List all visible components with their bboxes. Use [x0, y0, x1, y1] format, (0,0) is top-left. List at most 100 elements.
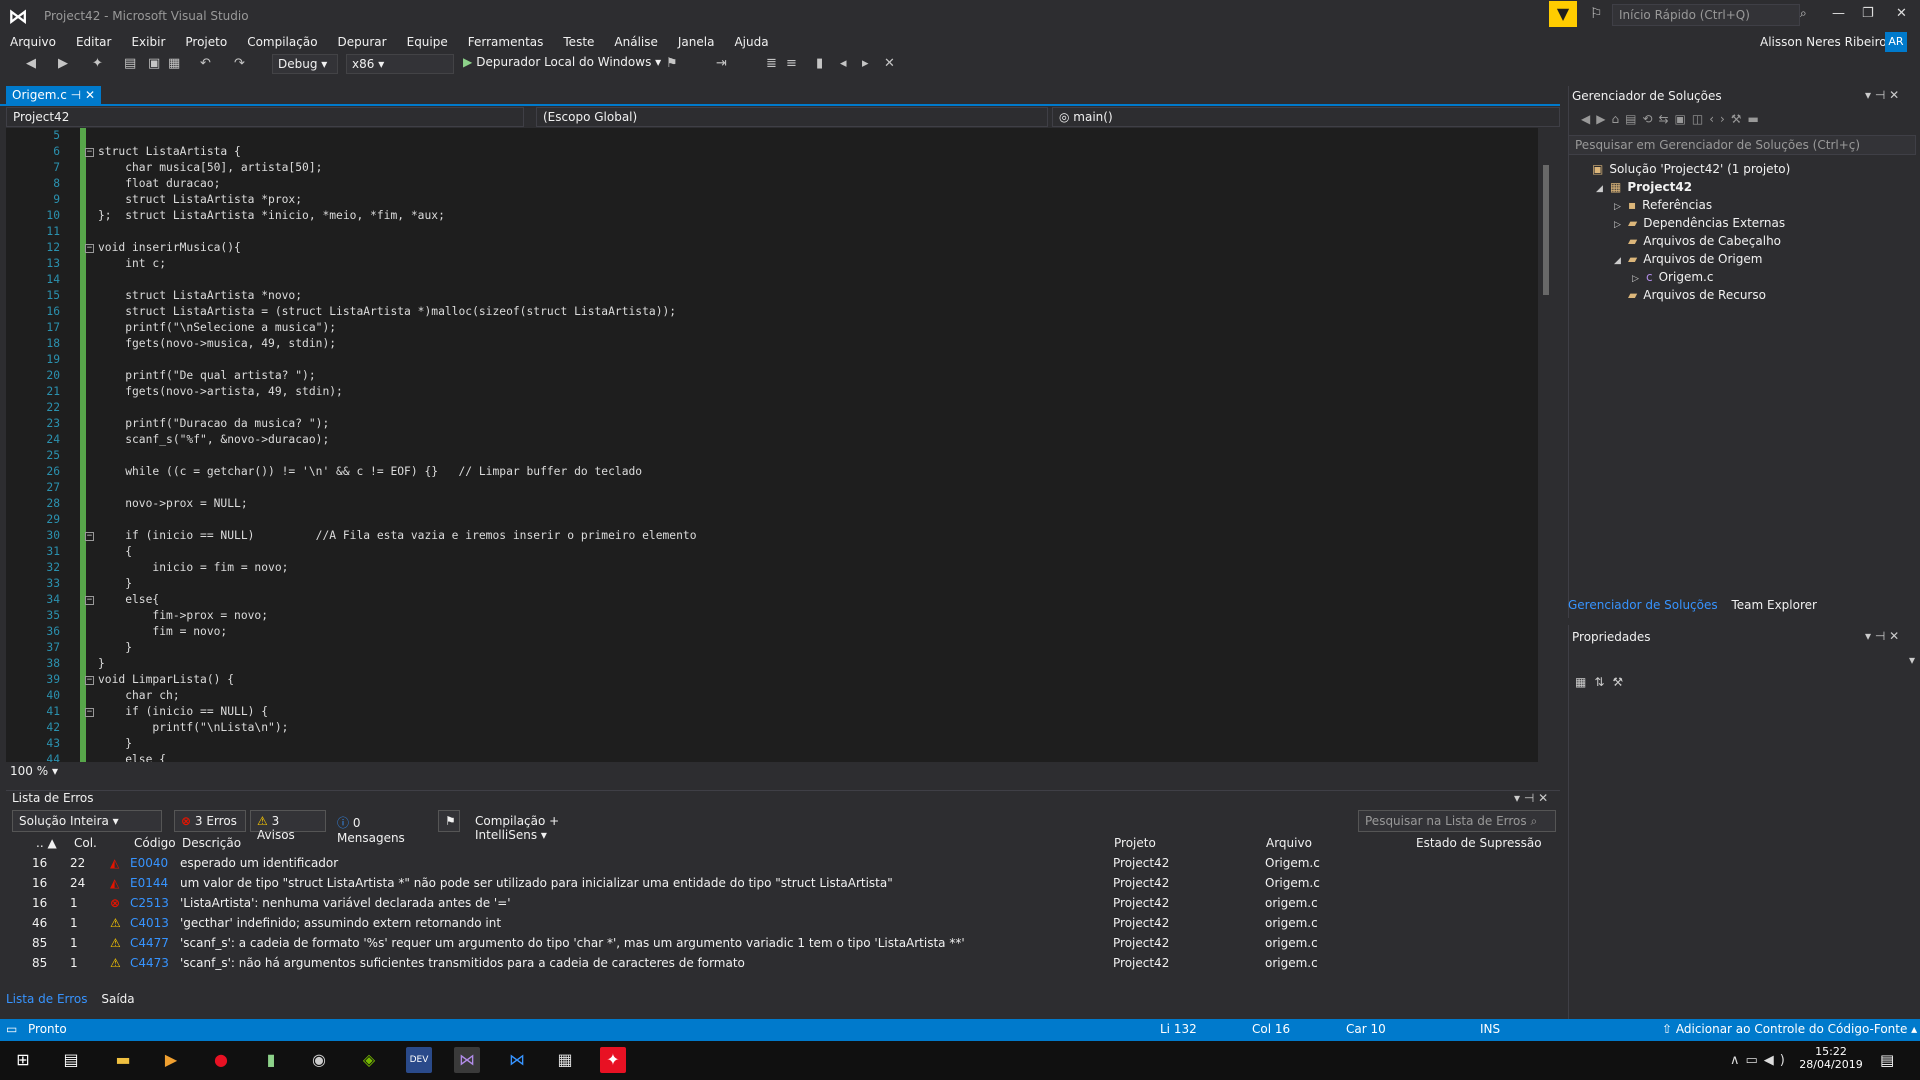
tab-team-explorer[interactable]: Team Explorer: [1731, 598, 1817, 612]
expand-icon[interactable]: ▷: [1614, 220, 1628, 230]
table-row[interactable]: 16 1 ⊗ C2513 'ListaArtista': nenhuma variáve…: [6, 894, 1560, 914]
steam-icon[interactable]: ◉: [306, 1047, 332, 1073]
menu-depurar[interactable]: Depurar: [328, 32, 397, 52]
file-explorer-icon[interactable]: ▬: [110, 1047, 136, 1073]
menu-compilacao[interactable]: Compilação: [237, 32, 327, 52]
menu-arquivo[interactable]: Arquivo: [0, 32, 66, 52]
table-row[interactable]: 46 1 ⚠ C4013 'gecthar' indefinido; assumindo…: [6, 914, 1560, 934]
new-project-icon[interactable]: ✦: [92, 56, 103, 71]
vscode-icon[interactable]: ⋈: [504, 1047, 530, 1073]
code-line[interactable]: scanf_s("%f", &novo->duracao);: [98, 433, 329, 446]
error-code-link[interactable]: C4013: [130, 916, 169, 930]
prev-bookmark-icon[interactable]: ◂: [840, 56, 847, 71]
code-line[interactable]: printf("\nLista\n");: [98, 721, 288, 734]
code-editor[interactable]: 5 6 7 8 9 10 11 12 13 14 15 16 17 18 19 20 21 22 23 24 25 26 2…: [6, 128, 1544, 762]
code-line[interactable]: char musica[50], artista[50];: [98, 161, 322, 174]
error-code-link[interactable]: E0144: [130, 876, 168, 890]
col-header-project[interactable]: Projeto: [1114, 836, 1156, 850]
code-line[interactable]: else {: [98, 753, 166, 762]
source-control-button[interactable]: ⇧ Adicionar ao Controle do Código-Fonte …: [1662, 1022, 1917, 1036]
feedback-icon[interactable]: ⚐: [1590, 6, 1603, 22]
code-line[interactable]: }: [98, 737, 132, 750]
tree-item[interactable]: ▷ c Origem.c: [1632, 270, 1713, 284]
nav-scope-select[interactable]: (Escopo Global): [536, 107, 1048, 127]
code-line[interactable]: }: [98, 577, 132, 590]
search-icon[interactable]: ⌕: [1800, 6, 1807, 21]
error-code-link[interactable]: C4473: [130, 956, 169, 970]
pin-icon[interactable]: ⊣: [71, 88, 81, 102]
code-line[interactable]: {: [98, 545, 132, 558]
tree-item[interactable]: ▰ Arquivos de Cabeçalho: [1614, 234, 1781, 248]
table-row[interactable]: 85 1 ⚠ C4477 'scanf_s': a cadeia de formato …: [6, 934, 1560, 954]
code-line[interactable]: fim = novo;: [98, 625, 227, 638]
collapse-icon[interactable]: −: [85, 596, 94, 605]
restore-button[interactable]: ❐: [1862, 6, 1874, 21]
tree-item[interactable]: ▰ Arquivos de Recurso: [1614, 288, 1766, 302]
error-code-link[interactable]: C4477: [130, 936, 169, 950]
panel-menu-icon[interactable]: ▾ ⊣ ✕: [1865, 88, 1899, 102]
chevron-down-icon[interactable]: ▾: [1909, 653, 1915, 667]
code-line[interactable]: struct ListaArtista *novo;: [98, 289, 302, 302]
code-line[interactable]: printf("Duracao da musica? ");: [98, 417, 329, 430]
code-line[interactable]: struct ListaArtista = (struct ListaArtis…: [98, 305, 676, 318]
code-line[interactable]: struct ListaArtista *prox;: [98, 193, 302, 206]
platform-select[interactable]: x86 ▾: [346, 54, 454, 74]
windows-start-icon[interactable]: ⊞: [10, 1047, 36, 1073]
properties-toolbar[interactable]: ▦⇅⚒: [1575, 675, 1631, 689]
zoom-level[interactable]: 100 % ▾: [10, 764, 58, 778]
menu-equipe[interactable]: Equipe: [397, 32, 458, 52]
expand-icon[interactable]: ▷: [1614, 202, 1628, 212]
redo-icon[interactable]: ↷: [234, 56, 245, 71]
taskbar-clock[interactable]: 15:22 28/04/2019: [1796, 1045, 1866, 1071]
opera-icon[interactable]: ●: [208, 1047, 234, 1073]
expand-icon[interactable]: ◢: [1614, 256, 1628, 266]
code-line[interactable]: printf("\nSelecione a musica");: [98, 321, 336, 334]
user-name[interactable]: Alisson Neres Ribeiro: [1760, 35, 1887, 49]
code-line[interactable]: while ((c = getchar()) != '\n' && c != E…: [98, 465, 642, 478]
code-line[interactable]: fgets(novo->musica, 49, stdin);: [98, 337, 336, 350]
col-header-code[interactable]: Código: [134, 836, 176, 850]
collapse-icon[interactable]: −: [85, 148, 94, 157]
attach-icon[interactable]: ⚑: [666, 56, 678, 71]
panel-menu-icon[interactable]: ▾ ⊣ ✕: [1865, 629, 1899, 643]
tab-solution-explorer[interactable]: Gerenciador de Soluções: [1568, 598, 1718, 612]
code-line[interactable]: }: [98, 657, 105, 670]
code-line[interactable]: if (inicio == NULL) {: [98, 705, 268, 718]
bookmark-icon[interactable]: ▮: [816, 56, 823, 71]
tab-origem-c[interactable]: Origem.c ⊣ ✕: [6, 86, 101, 106]
code-line[interactable]: }: [98, 641, 132, 654]
code-line[interactable]: fgets(novo->artista, 49, stdin);: [98, 385, 343, 398]
expand-icon[interactable]: ◢: [1596, 184, 1610, 194]
filter-icon[interactable]: ⚑: [438, 810, 460, 832]
tab-output[interactable]: Saída: [101, 992, 134, 1006]
error-code-link[interactable]: C2513: [130, 896, 169, 910]
code-line[interactable]: }; struct ListaArtista *inicio, *meio, *…: [98, 209, 445, 222]
start-debugger-button[interactable]: ▶ Depurador Local do Windows ▾: [463, 55, 661, 69]
menu-exibir[interactable]: Exibir: [121, 32, 175, 52]
open-file-icon[interactable]: ▤: [124, 56, 136, 71]
step-icon[interactable]: ⇥: [716, 56, 727, 71]
acrobat-icon[interactable]: ✦: [600, 1047, 626, 1073]
menu-editar[interactable]: Editar: [66, 32, 122, 52]
code-line[interactable]: float duracao;: [98, 177, 220, 190]
menu-teste[interactable]: Teste: [553, 32, 604, 52]
media-player-icon[interactable]: ▶: [158, 1047, 184, 1073]
avatar[interactable]: AR: [1885, 32, 1907, 52]
col-header-line[interactable]: .. ▲: [36, 836, 57, 850]
code-line[interactable]: char ch;: [98, 689, 179, 702]
tree-item[interactable]: ◢ ▰ Arquivos de Origem: [1614, 252, 1762, 266]
visual-studio-taskbar-icon[interactable]: ⋈: [454, 1047, 480, 1073]
code-line[interactable]: printf("De qual artista? ");: [98, 369, 315, 382]
menu-ajuda[interactable]: Ajuda: [724, 32, 778, 52]
notification-filter-icon[interactable]: ▼: [1549, 1, 1577, 27]
table-row[interactable]: 85 1 ⚠ C4473 'scanf_s': não há argumentos su…: [6, 954, 1560, 974]
code-line[interactable]: fim->prox = novo;: [98, 609, 268, 622]
menu-ferramentas[interactable]: Ferramentas: [458, 32, 554, 52]
undo-icon[interactable]: ↶: [200, 56, 211, 71]
devcpp-icon[interactable]: DEV: [406, 1047, 432, 1073]
code-line[interactable]: if (inicio == NULL) //A Fila esta vazia …: [98, 529, 696, 542]
task-view-icon[interactable]: ▤: [58, 1047, 84, 1073]
close-tab-icon[interactable]: ✕: [85, 88, 95, 102]
forward-icon[interactable]: ▶: [58, 56, 68, 71]
tree-item[interactable]: ▷ ▪ Referências: [1614, 198, 1712, 212]
